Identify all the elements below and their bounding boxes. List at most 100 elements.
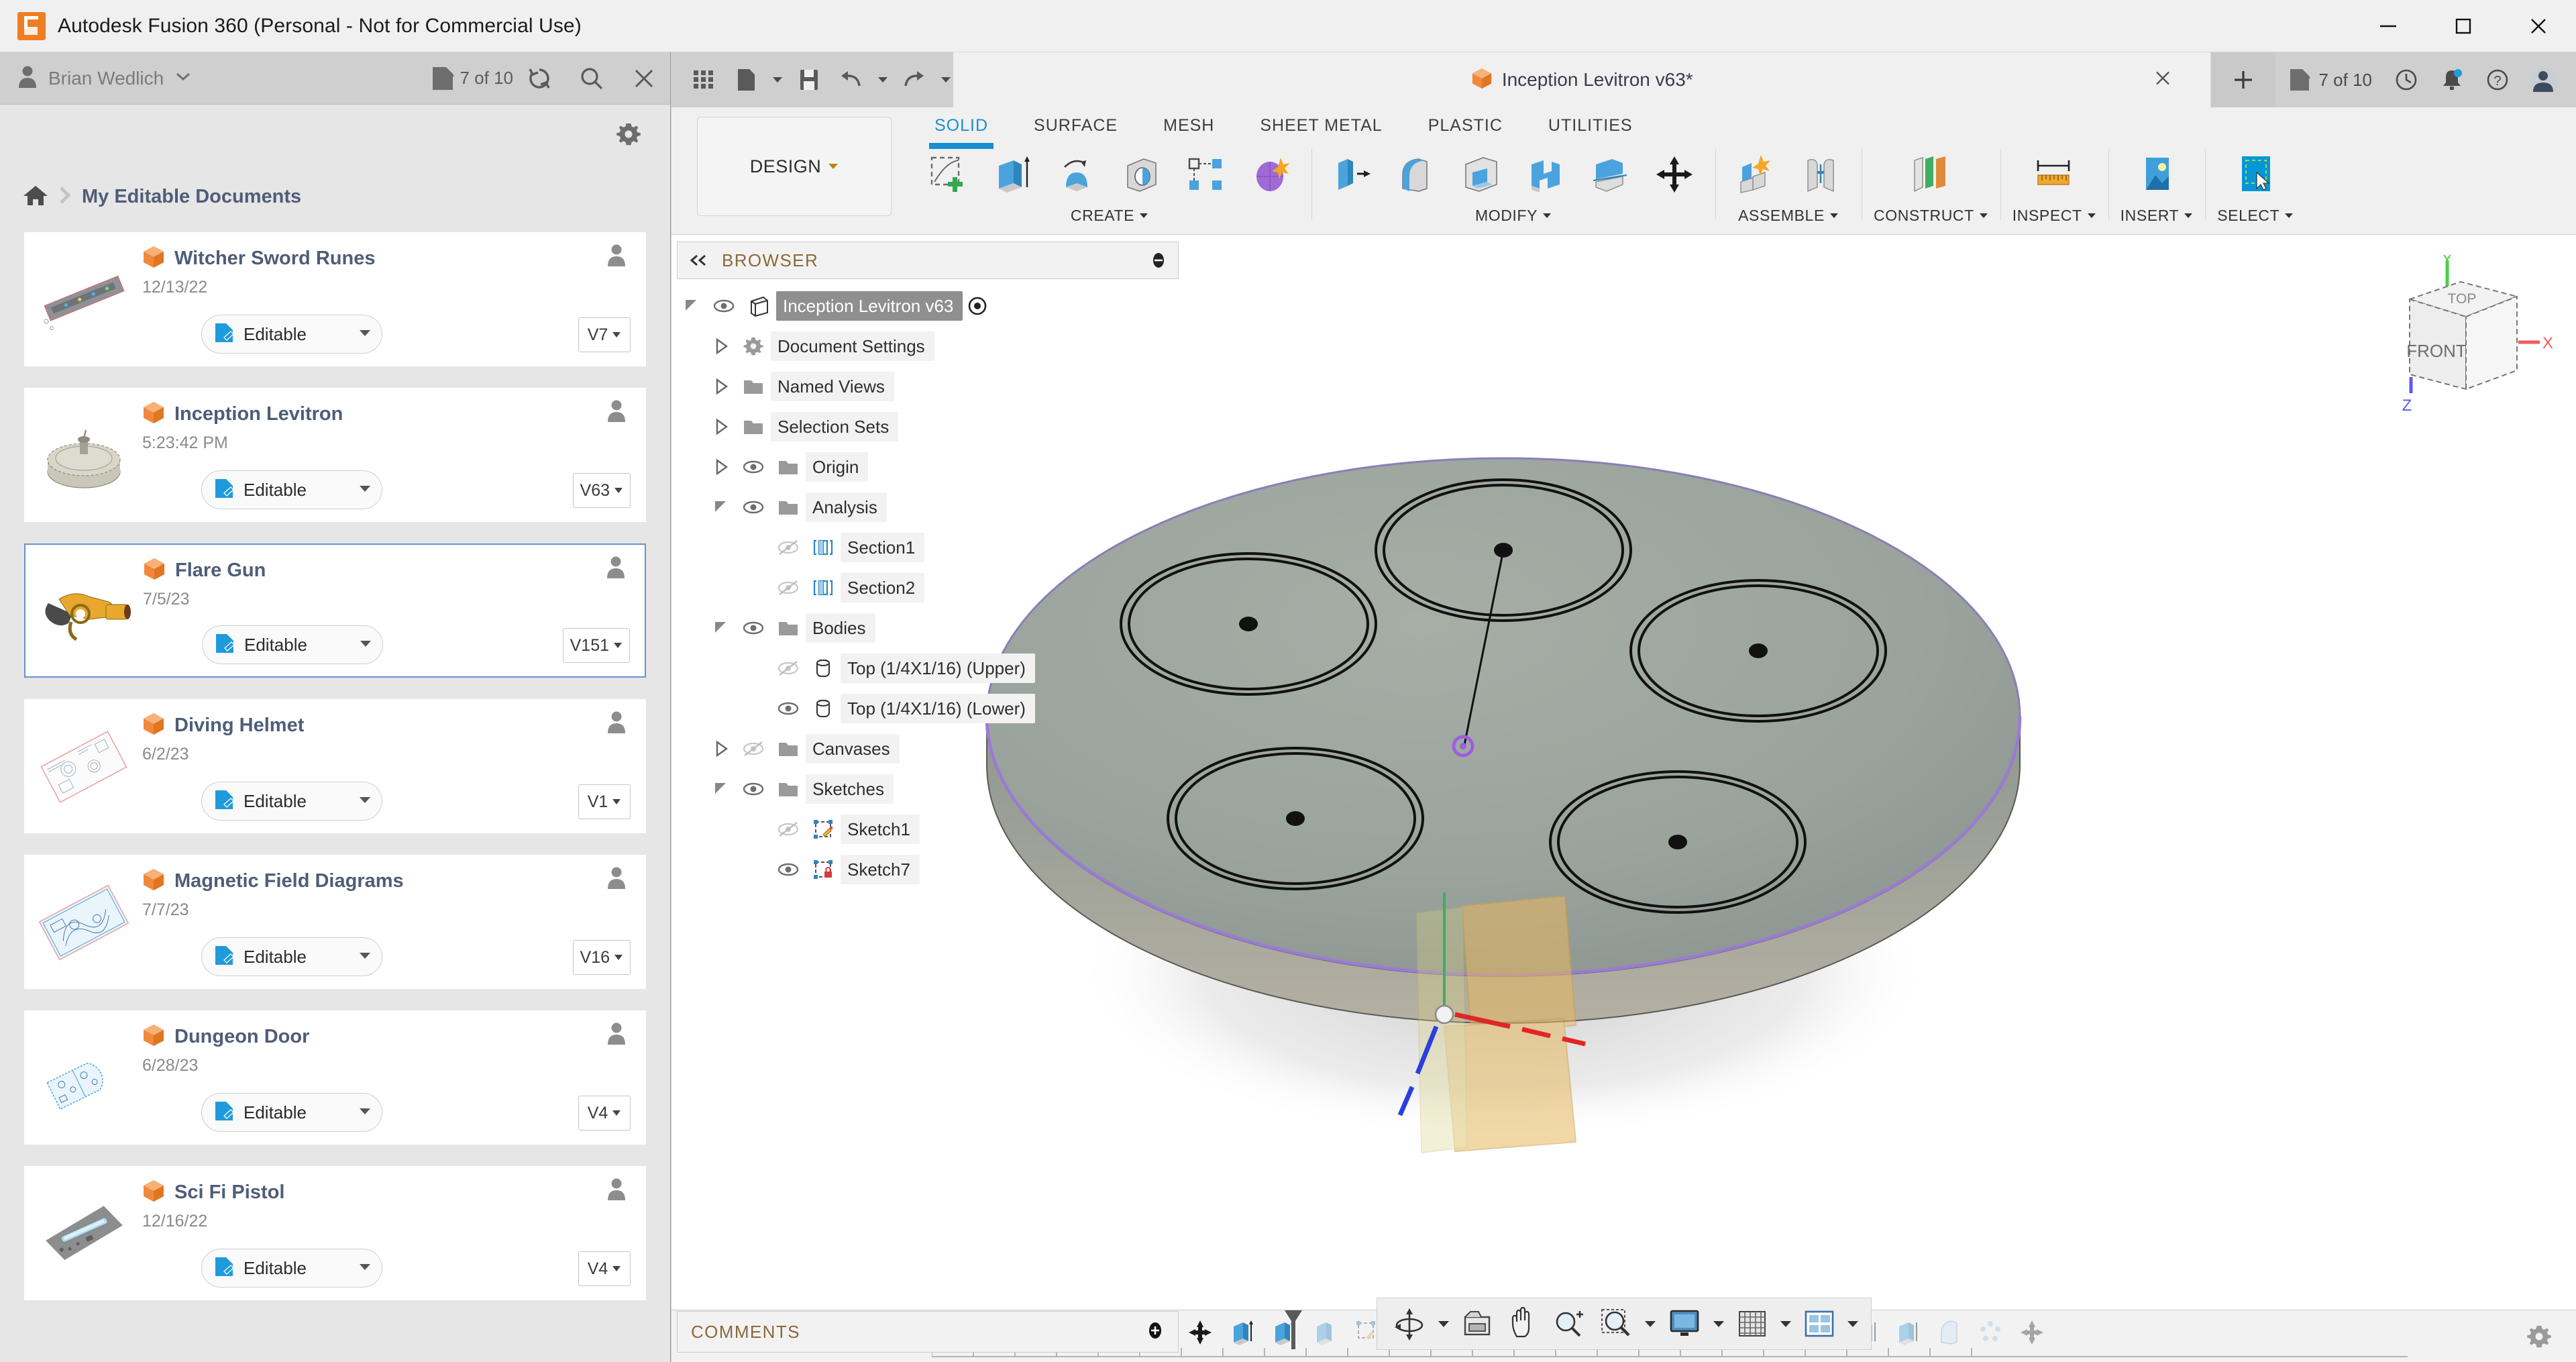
home-icon[interactable] [23, 184, 48, 210]
chevron-down-icon[interactable] [875, 76, 890, 83]
timeline-feature-move-dim[interactable] [2012, 1314, 2052, 1351]
tab-sheet-metal[interactable]: SHEET METAL [1237, 107, 1405, 144]
version-badge[interactable]: V151 [563, 628, 630, 663]
view-cube[interactable]: Y TOP FRONT X Z [2375, 255, 2556, 429]
tree-item-root[interactable]: Inception Levitron v63 [677, 286, 1179, 326]
version-badge[interactable]: V7 [578, 317, 631, 352]
pattern-icon[interactable] [1177, 146, 1235, 203]
eye-visible-icon[interactable] [736, 620, 771, 636]
timeline-feature-fillet-dim[interactable] [1929, 1314, 1969, 1351]
chevron-down-icon[interactable] [938, 76, 953, 83]
editable-status-dropdown[interactable]: Editable [202, 625, 383, 664]
editable-status-dropdown[interactable]: Editable [201, 470, 382, 509]
version-badge[interactable]: V4 [578, 1096, 631, 1131]
list-item[interactable]: Inception Levitron 5:23:42 PM Editable [24, 388, 646, 522]
create-sketch-icon[interactable] [920, 146, 977, 203]
eye-visible-icon[interactable] [771, 861, 806, 878]
tab-plastic[interactable]: PLASTIC [1405, 107, 1525, 144]
twisty-expanded-icon[interactable] [706, 619, 736, 637]
combine-icon[interactable] [1517, 146, 1574, 203]
chevron-down-icon[interactable] [1642, 1320, 1659, 1328]
user-name[interactable]: Brian Wedlich [48, 68, 164, 89]
eye-visible-icon[interactable] [706, 298, 741, 314]
eye-hidden-icon[interactable] [771, 660, 806, 676]
eye-visible-icon[interactable] [736, 499, 771, 515]
target-icon[interactable] [963, 295, 992, 317]
viewports-icon[interactable] [1797, 1302, 1841, 1346]
chevron-down-icon[interactable] [770, 76, 785, 83]
redo-icon[interactable] [897, 59, 932, 101]
tree-item-named-views[interactable]: Named Views [677, 366, 1179, 407]
twisty-expanded-icon[interactable] [706, 499, 736, 516]
grid-snap-icon[interactable] [1730, 1302, 1774, 1346]
eye-hidden-icon[interactable] [771, 821, 806, 837]
measure-icon[interactable] [2021, 144, 2088, 205]
version-badge[interactable]: V1 [578, 784, 631, 819]
clock-icon[interactable] [2385, 59, 2427, 101]
new-document-icon[interactable] [728, 59, 763, 101]
editable-status-dropdown[interactable]: Editable [201, 1093, 382, 1132]
list-item[interactable]: Diving Helmet 6/2/23 Editable [24, 699, 646, 833]
tree-item-document-settings[interactable]: Document Settings [677, 326, 1179, 366]
minimize-icon[interactable] [2351, 0, 2426, 52]
list-item[interactable]: Witcher Sword Runes 12/13/22 Editable [24, 232, 646, 366]
zoom-window-icon[interactable] [1593, 1302, 1639, 1346]
document-tab[interactable]: Inception Levitron v63* [953, 52, 2211, 107]
revolve-icon[interactable] [1049, 146, 1106, 203]
version-badge[interactable]: V16 [573, 940, 631, 975]
form-icon[interactable] [1242, 146, 1299, 203]
chevron-down-icon[interactable] [176, 72, 191, 85]
press-pull-icon[interactable] [1324, 146, 1381, 203]
offset-plane-icon[interactable] [1897, 144, 1964, 205]
move-copy-icon[interactable] [1646, 146, 1703, 203]
tab-mesh[interactable]: MESH [1140, 107, 1237, 144]
close-icon[interactable] [2154, 70, 2171, 91]
workspace-selector[interactable]: DESIGN [697, 117, 892, 216]
timeline-feature-pattern-dim[interactable] [1970, 1314, 2010, 1351]
timeline-feature-extrude[interactable] [1222, 1314, 1262, 1351]
app-grid-icon[interactable] [686, 59, 721, 101]
gear-icon[interactable] [615, 121, 642, 151]
viewport[interactable]: Y TOP FRONT X Z BROW [672, 235, 2576, 1362]
display-settings-icon[interactable] [1662, 1302, 1707, 1346]
version-badge[interactable]: V63 [573, 473, 631, 508]
shell-icon[interactable] [1452, 146, 1510, 203]
split-body-icon[interactable] [1581, 146, 1639, 203]
add-tab-button[interactable] [2211, 52, 2275, 107]
twisty-collapsed-icon[interactable] [706, 337, 736, 355]
list-item[interactable]: Magnetic Field Diagrams 7/7/23 Editable [24, 855, 646, 989]
twisty-expanded-icon[interactable] [706, 780, 736, 798]
comments-panel[interactable]: COMMENTS [677, 1311, 1179, 1353]
timeline-settings-gear-icon[interactable] [2502, 1323, 2576, 1350]
minus-circle-icon[interactable] [1150, 252, 1167, 269]
timeline-feature-extrude-dim[interactable] [1305, 1314, 1345, 1351]
tree-item-canvases[interactable]: Canvases [677, 729, 1179, 769]
editable-status-dropdown[interactable]: Editable [201, 315, 382, 354]
tree-item-body-lower[interactable]: Top (1/4X1/16) (Lower) [677, 688, 1179, 729]
maximize-icon[interactable] [2426, 0, 2501, 52]
orbit-icon[interactable] [1387, 1302, 1432, 1346]
tree-item-section2[interactable]: Section2 [677, 568, 1179, 608]
pan-icon[interactable] [1502, 1302, 1544, 1346]
tab-solid[interactable]: SOLID [912, 107, 1011, 144]
joint-icon[interactable] [1792, 146, 1849, 203]
double-chevron-left-icon[interactable] [688, 254, 708, 267]
insert-image-icon[interactable] [2123, 144, 2190, 205]
tree-item-analysis[interactable]: Analysis [677, 487, 1179, 527]
chevron-down-icon[interactable] [1435, 1320, 1452, 1328]
tree-item-sketch7[interactable]: Sketch7 [677, 849, 1179, 890]
eye-hidden-icon[interactable] [771, 539, 806, 556]
tree-item-origin[interactable]: Origin [677, 447, 1179, 487]
close-icon[interactable] [618, 52, 670, 105]
list-item[interactable]: Flare Gun 7/5/23 Editable [24, 543, 646, 678]
list-item[interactable]: Dungeon Door 6/28/23 Editable [24, 1010, 646, 1145]
eye-hidden-icon[interactable] [736, 741, 771, 757]
refresh-icon[interactable] [513, 52, 566, 105]
undo-icon[interactable] [833, 59, 868, 101]
tab-surface[interactable]: SURFACE [1011, 107, 1140, 144]
list-item[interactable]: Sci Fi Pistol 12/16/22 Editable [24, 1166, 646, 1300]
extrude-icon[interactable] [984, 146, 1042, 203]
look-at-icon[interactable] [1455, 1302, 1499, 1346]
zoom-icon[interactable] [1546, 1302, 1591, 1346]
close-icon[interactable] [2501, 0, 2576, 52]
